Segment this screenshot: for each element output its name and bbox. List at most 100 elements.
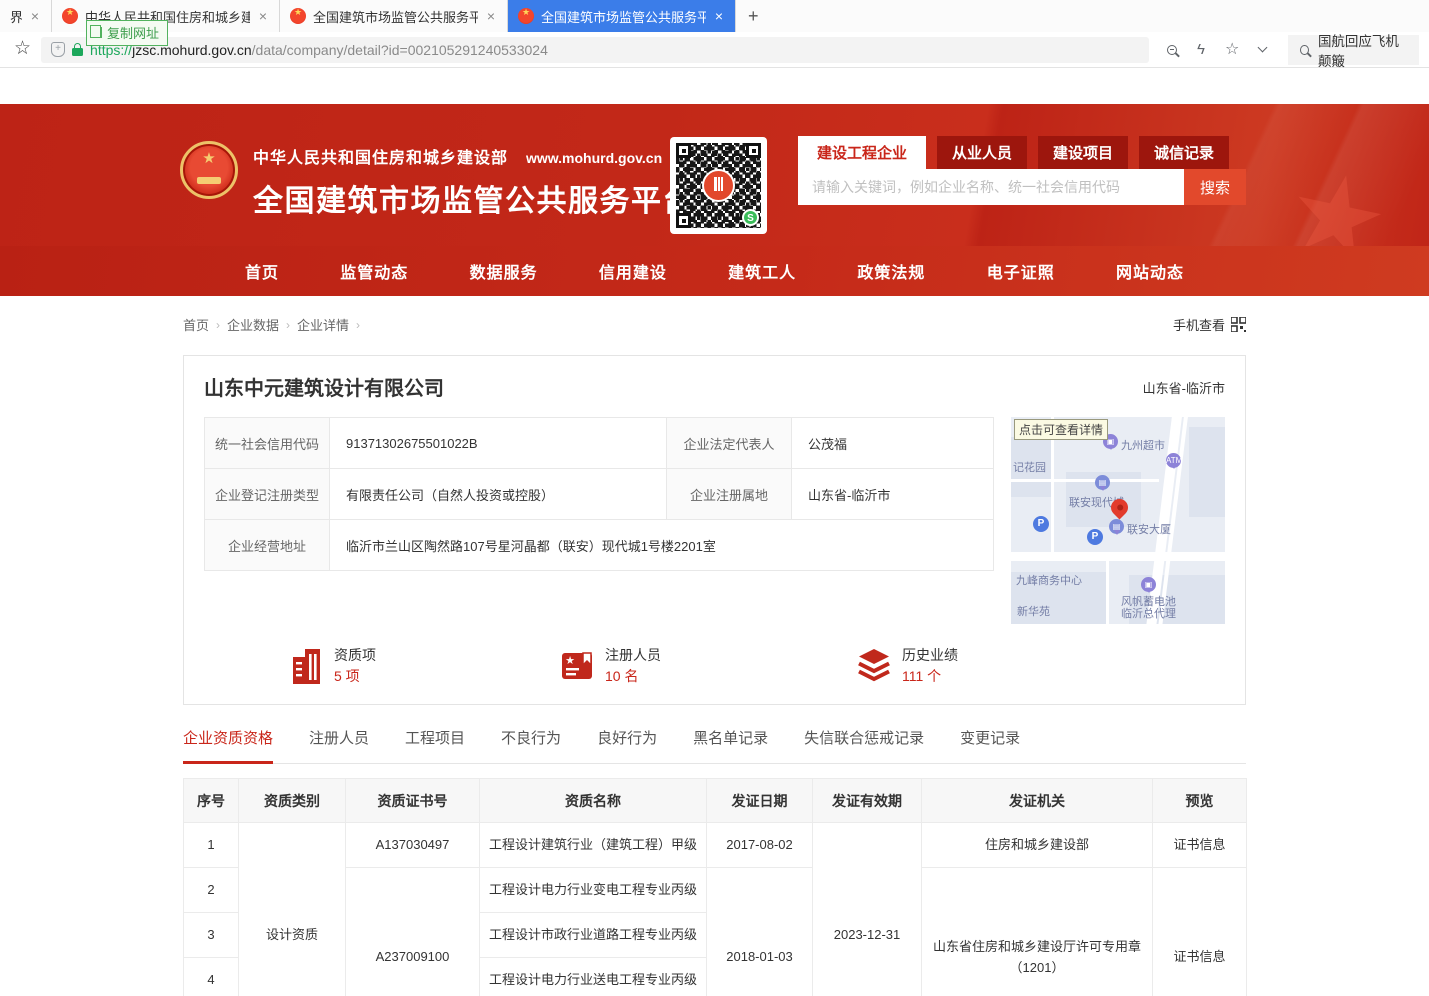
company-location-map[interactable]: 点击可查看详情 ▣ 九州超市 ATM 记花园 ▤ 联安现代城 ▤ 联安大厦 P …	[1011, 417, 1225, 624]
map-tooltip: 点击可查看详情	[1014, 419, 1108, 440]
qr-pattern: S	[676, 143, 761, 228]
stat-value: 111 个	[902, 666, 958, 687]
tab-change-records[interactable]: 变更记录	[960, 727, 1020, 763]
breadcrumb-company-data[interactable]: 企业数据	[227, 315, 279, 334]
tab-registered-personnel[interactable]: 注册人员	[309, 727, 369, 763]
breadcrumb-home[interactable]: 首页	[183, 315, 209, 334]
copy-url-tooltip: 复制网址	[86, 20, 168, 46]
emblem-favicon-icon	[290, 8, 306, 24]
emblem-favicon-icon	[62, 8, 78, 24]
browser-url-bar: ☆ + https://jzsc.mohurd.gov.cn/data/comp…	[0, 32, 1429, 68]
nav-item-home[interactable]: 首页	[245, 259, 279, 283]
qualification-table: 序号 资质类别 资质证书号 资质名称 发证日期 发证有效期 发证机关 预览 1 …	[183, 778, 1247, 996]
tab-blacklist[interactable]: 黑名单记录	[693, 727, 768, 763]
nav-item-data-service[interactable]: 数据服务	[470, 259, 538, 283]
map-road	[1106, 561, 1109, 624]
detail-tab-bar: 企业资质资格 注册人员 工程项目 不良行为 良好行为 黑名单记录 失信联合惩戒记…	[183, 727, 1246, 764]
tab-good-behavior[interactable]: 良好行为	[597, 727, 657, 763]
tab-qualifications[interactable]: 企业资质资格	[183, 727, 273, 764]
parking-icon: P	[1087, 529, 1103, 545]
reg-type-value: 有限责任公司（自然人投资或控股）	[330, 469, 667, 520]
stat-qualifications: 资质项 5 项	[292, 645, 376, 687]
certificate-info-link[interactable]: 证书信息	[1153, 823, 1247, 868]
tab-bad-behavior[interactable]: 不良行为	[501, 727, 561, 763]
bookmark-star-icon[interactable]: ☆	[14, 37, 31, 60]
reg-region-value: 山东省-临沂市	[792, 469, 994, 520]
stat-value: 10 名	[605, 666, 661, 687]
nav-item-credit[interactable]: 信用建设	[599, 259, 667, 283]
valid-until-cell: 2023-12-31	[813, 823, 922, 996]
table-header-row: 序号 资质类别 资质证书号 资质名称 发证日期 发证有效期 发证机关 预览	[184, 779, 1247, 823]
tab-close-icon[interactable]: ×	[485, 8, 497, 24]
search-tab-personnel[interactable]: 从业人员	[937, 136, 1027, 169]
certificate-info-link[interactable]: 证书信息	[1153, 868, 1247, 996]
keyword-search-input[interactable]	[798, 169, 1184, 205]
chevron-down-icon[interactable]	[1258, 43, 1268, 53]
site-titles: 中华人民共和国住房和城乡建设部 www.mohurd.gov.cn 全国建筑市场…	[253, 144, 694, 220]
browser-tab-partial[interactable]: 界 ×	[0, 0, 52, 32]
main-navigation: 首页 监管动态 数据服务 信用建设 建筑工人 政策法规 电子证照 网站动态	[0, 246, 1429, 296]
browser-search-box[interactable]: 国航回应飞机颠簸	[1288, 35, 1419, 65]
table-row: 企业登记注册类型 有限责任公司（自然人投资或控股） 企业注册属地 山东省-临沂市	[205, 469, 994, 520]
emblem-favicon-icon	[518, 8, 534, 24]
qr-code-icon	[1231, 317, 1246, 332]
nav-item-e-license[interactable]: 电子证照	[987, 259, 1055, 283]
stat-registered-personnel: ★ 注册人员 10 名	[561, 645, 661, 687]
flash-icon[interactable]: ϟ	[1197, 42, 1205, 57]
header-search-panel: 建设工程企业 从业人员 建设项目 诚信记录 搜索	[798, 136, 1246, 205]
legal-rep-value: 公茂福	[792, 418, 994, 469]
site-header: ★ 中华人民共和国住房和城乡建设部 www.mohurd.gov.cn 全国建筑…	[0, 104, 1429, 246]
browser-tab-jzsc-active[interactable]: 全国建筑市场监管公共服务平台 ×	[508, 0, 736, 32]
building-pin-icon: ▤	[1095, 475, 1110, 490]
shield-plus-icon[interactable]: +	[51, 42, 65, 57]
https-lock-icon	[72, 48, 83, 56]
company-name: 山东中元建筑设计有限公司	[204, 372, 444, 401]
favorite-star-icon[interactable]: ☆	[1225, 42, 1239, 58]
company-info-table: 统一社会信用代码 91371302675501022B 企业法定代表人 公茂福 …	[204, 417, 994, 571]
building-pin-icon: ▤	[1109, 519, 1124, 534]
tab-close-icon[interactable]: ×	[29, 8, 41, 24]
map-road	[1011, 479, 1159, 482]
mobile-view[interactable]: 手机查看	[1173, 315, 1246, 334]
certificate-icon: ★	[561, 650, 595, 682]
table-row: 企业经营地址 临沂市兰山区陶然路107号星河晶都（联安）现代城1号楼2201室	[205, 520, 994, 571]
browser-tab-bar: 界 × 中华人民共和国住房和城乡建设 × 全国建筑市场监管公共服务平台 × 全国…	[0, 0, 1429, 32]
search-button[interactable]: 搜索	[1184, 169, 1246, 205]
national-emblem-icon	[180, 141, 238, 199]
address-bar[interactable]: + https://jzsc.mohurd.gov.cn/data/compan…	[41, 37, 1149, 63]
tab-close-icon[interactable]: ×	[257, 8, 269, 24]
search-tab-project[interactable]: 建设项目	[1038, 136, 1128, 169]
table-row: 1 设计资质 A137030497 工程设计建筑行业（建筑工程）甲级 2017-…	[184, 823, 1247, 868]
stat-value: 5 项	[334, 666, 376, 687]
tab-close-icon[interactable]: ×	[713, 8, 725, 24]
nav-item-supervision[interactable]: 监管动态	[340, 259, 408, 283]
category-cell: 设计资质	[239, 823, 346, 996]
copy-icon	[93, 27, 102, 38]
svg-text:★: ★	[565, 655, 575, 667]
breadcrumb: 首页 › 企业数据 › 企业详情 › 手机查看	[183, 315, 1246, 334]
building-icon	[292, 647, 324, 685]
atm-pin-icon: ATM	[1166, 453, 1181, 468]
hot-search-text: 国航回应飞机颠簸	[1318, 30, 1407, 70]
address-value: 临沂市兰山区陶然路107号星河晶都（联安）现代城1号楼2201室	[330, 520, 994, 571]
company-stats: 资质项 5 项 ★ 注册人员 10 名 历史业绩	[204, 642, 1225, 690]
zoom-out-icon[interactable]	[1167, 45, 1177, 55]
search-tab-credit[interactable]: 诚信记录	[1139, 136, 1229, 169]
qr-green-badge: S	[742, 209, 759, 226]
search-tab-enterprise[interactable]: 建设工程企业	[798, 136, 926, 169]
battery-pin-icon: ▣	[1141, 577, 1156, 592]
parking-icon: P	[1033, 516, 1049, 532]
nav-item-site-news[interactable]: 网站动态	[1116, 259, 1184, 283]
map-road	[1011, 552, 1225, 561]
tab-dishonesty-records[interactable]: 失信联合惩戒记录	[804, 727, 924, 763]
ministry-url: www.mohurd.gov.cn	[526, 150, 662, 166]
new-tab-button[interactable]: +	[736, 0, 771, 32]
tab-projects[interactable]: 工程项目	[405, 727, 465, 763]
breadcrumb-company-detail[interactable]: 企业详情	[297, 315, 349, 334]
nav-item-workers[interactable]: 建筑工人	[728, 259, 796, 283]
ministry-name: 中华人民共和国住房和城乡建设部	[253, 144, 508, 168]
nav-item-policy[interactable]: 政策法规	[857, 259, 925, 283]
page-top-gap	[0, 68, 1429, 104]
company-card: 山东中元建筑设计有限公司 山东省-临沂市 统一社会信用代码 9137130267…	[183, 355, 1246, 705]
browser-tab-jzsc-1[interactable]: 全国建筑市场监管公共服务平台 ×	[280, 0, 508, 32]
